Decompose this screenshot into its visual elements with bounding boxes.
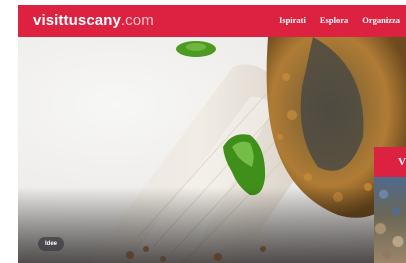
site-header: visittuscany.com Ispirati Esplora Organi…: [18, 5, 406, 37]
site-logo[interactable]: visittuscany.com: [33, 12, 154, 29]
main-nav: Ispirati Esplora Organizza: [279, 15, 400, 25]
side-card-title: V: [398, 156, 406, 168]
nav-item-organizza[interactable]: Organizza: [362, 15, 400, 25]
page-frame: visittuscany.com Ispirati Esplora Organi…: [18, 5, 406, 263]
nav-item-ispirati[interactable]: Ispirati: [279, 15, 306, 25]
hero-image[interactable]: [18, 37, 406, 263]
food-photo: [18, 37, 406, 263]
category-tag[interactable]: Idee: [38, 237, 65, 251]
logo-name: visittuscany: [33, 12, 121, 29]
side-card-image: [374, 177, 406, 263]
logo-tld: .com: [120, 12, 154, 29]
side-card[interactable]: V: [374, 147, 406, 263]
nav-item-esplora[interactable]: Esplora: [320, 15, 348, 25]
